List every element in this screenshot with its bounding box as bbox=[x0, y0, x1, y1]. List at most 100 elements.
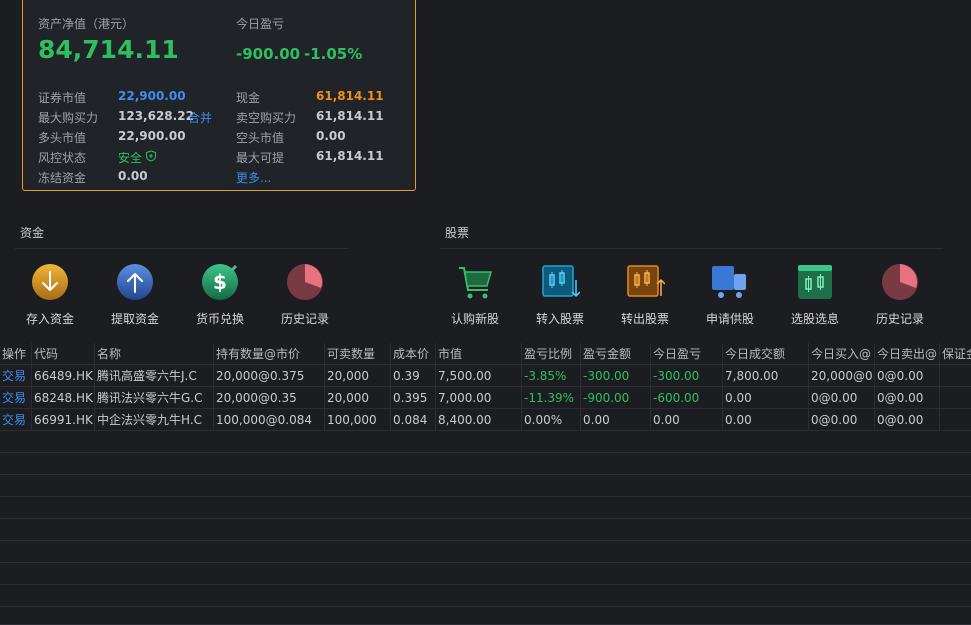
shield-icon bbox=[145, 150, 157, 165]
stocks-divider bbox=[440, 248, 943, 249]
merge-link[interactable]: 合并 bbox=[188, 109, 212, 126]
transfer-out-button[interactable]: 转出股票 bbox=[605, 262, 685, 327]
col-action-header[interactable]: 操作 bbox=[0, 343, 32, 365]
col-pnl-ratio-header[interactable]: 盈亏比例 bbox=[522, 343, 581, 365]
cell-today-turnover: 0.00 bbox=[723, 387, 809, 409]
net-asset-value: 84,714.11 bbox=[38, 35, 179, 64]
funds-history-label: 历史记录 bbox=[280, 312, 329, 326]
col-market-value-header[interactable]: 市值 bbox=[436, 343, 522, 365]
rights-issue-button[interactable]: 申请供股 bbox=[690, 262, 770, 327]
table-row-empty bbox=[0, 519, 971, 541]
cell-pnl-ratio: -3.85% bbox=[522, 365, 581, 387]
funds-section-title: 资金 bbox=[20, 226, 45, 240]
table-row-empty bbox=[0, 563, 971, 585]
cell-today-buy: 20,000@0. bbox=[809, 365, 875, 387]
cell-today-buy: 0@0.00 bbox=[809, 409, 875, 431]
stocks-section-title: 股票 bbox=[445, 226, 470, 240]
transfer-in-label: 转入股票 bbox=[535, 312, 584, 326]
cell-name: 腾讯高盛零六牛J.C bbox=[95, 365, 214, 387]
table-row: 交易 66489.HK 腾讯高盛零六牛J.C 20,000@0.375 20,0… bbox=[0, 365, 971, 387]
col-today-sell-header[interactable]: 今日卖出@ bbox=[875, 343, 940, 365]
cell-cost: 0.395 bbox=[391, 387, 436, 409]
stocks-history-button[interactable]: 历史记录 bbox=[860, 262, 940, 327]
dividend-select-icon bbox=[795, 262, 835, 302]
withdraw-button[interactable]: 提取资金 bbox=[95, 262, 175, 327]
cell-margin bbox=[940, 387, 971, 409]
table-row-empty bbox=[0, 453, 971, 475]
stocks-history-label: 历史记录 bbox=[875, 312, 924, 326]
col-name-header[interactable]: 名称 bbox=[95, 343, 214, 365]
cell-code: 66489.HK bbox=[32, 365, 95, 387]
col-today-turnover-header[interactable]: 今日成交额 bbox=[723, 343, 809, 365]
col-sellable-header[interactable]: 可卖数量 bbox=[325, 343, 391, 365]
cell-holding: 100,000@0.084 bbox=[214, 409, 325, 431]
cell-sellable: 20,000 bbox=[325, 365, 391, 387]
today-pnl-percent: -1.05% bbox=[304, 45, 363, 63]
table-row-empty bbox=[0, 585, 971, 607]
today-pnl-value: -900.00 bbox=[236, 45, 301, 63]
history-icon bbox=[285, 262, 325, 302]
cell-today-turnover: 7,800.00 bbox=[723, 365, 809, 387]
cell-today-turnover: 0.00 bbox=[723, 409, 809, 431]
transfer-in-button[interactable]: 转入股票 bbox=[520, 262, 600, 327]
table-row: 交易 66991.HK 中企法兴零九牛H.C 100,000@0.084 100… bbox=[0, 409, 971, 431]
max-buying-power-label: 最大购买力 bbox=[38, 111, 99, 125]
col-code-header[interactable]: 代码 bbox=[32, 343, 95, 365]
deposit-button[interactable]: 存入资金 bbox=[10, 262, 90, 327]
ipo-subscribe-label: 认购新股 bbox=[450, 312, 499, 326]
col-pnl-amount-header[interactable]: 盈亏金额 bbox=[581, 343, 651, 365]
table-row-empty bbox=[0, 431, 971, 453]
col-holding-header[interactable]: 持有数量@市价 bbox=[214, 343, 325, 365]
long-value-label: 多头市值 bbox=[38, 131, 87, 145]
trade-link[interactable]: 交易 bbox=[0, 365, 32, 387]
rights-issue-label: 申请供股 bbox=[705, 312, 754, 326]
short-value-label: 空头市值 bbox=[236, 131, 285, 145]
cell-market-value: 7,000.00 bbox=[436, 387, 522, 409]
funds-divider bbox=[15, 248, 348, 249]
history-icon bbox=[880, 262, 920, 302]
col-today-pnl-header[interactable]: 今日盈亏 bbox=[651, 343, 723, 365]
col-today-buy-header[interactable]: 今日买入@ bbox=[809, 343, 875, 365]
col-margin-header[interactable]: 保证金 bbox=[940, 343, 971, 365]
max-withdraw-value: 61,814.11 bbox=[316, 149, 384, 163]
today-pnl-label: 今日盈亏 bbox=[236, 17, 285, 31]
trade-link[interactable]: 交易 bbox=[0, 409, 32, 431]
frozen-funds-label: 冻结资金 bbox=[38, 171, 87, 185]
cell-name: 腾讯法兴零六牛G.C bbox=[95, 387, 214, 409]
currency-exchange-label: 货币兑换 bbox=[195, 312, 244, 326]
cell-pnl-ratio: -11.39% bbox=[522, 387, 581, 409]
funds-history-button[interactable]: 历史记录 bbox=[265, 262, 345, 327]
table-header: 操作 代码 名称 持有数量@市价 可卖数量 成本价 市值 盈亏比例 盈亏金额 今… bbox=[0, 343, 971, 365]
dividend-select-button[interactable]: 选股选息 bbox=[775, 262, 855, 327]
deposit-icon bbox=[30, 262, 70, 302]
max-buying-power-value: 123,628.22 bbox=[118, 109, 194, 123]
net-asset-label: 资产净值（港元） bbox=[38, 17, 135, 31]
frozen-funds-value: 0.00 bbox=[118, 169, 148, 183]
cell-market-value: 8,400.00 bbox=[436, 409, 522, 431]
table-row: 交易 68248.HK 腾讯法兴零六牛G.C 20,000@0.35 20,00… bbox=[0, 387, 971, 409]
cell-holding: 20,000@0.35 bbox=[214, 387, 325, 409]
table-row-empty bbox=[0, 497, 971, 519]
short-buying-power-value: 61,814.11 bbox=[316, 109, 384, 123]
cash-label: 现金 bbox=[236, 91, 261, 105]
cell-today-sell: 0@0.00 bbox=[875, 409, 940, 431]
cell-pnl-amount: -300.00 bbox=[581, 365, 651, 387]
cell-market-value: 7,500.00 bbox=[436, 365, 522, 387]
more-link[interactable]: 更多... bbox=[236, 169, 271, 186]
withdraw-icon bbox=[115, 262, 155, 302]
col-cost-header[interactable]: 成本价 bbox=[391, 343, 436, 365]
cart-icon bbox=[455, 262, 495, 302]
deposit-label: 存入资金 bbox=[25, 312, 74, 326]
cash-value: 61,814.11 bbox=[316, 89, 384, 103]
cell-pnl-amount: -900.00 bbox=[581, 387, 651, 409]
securities-value-label: 证券市值 bbox=[38, 91, 87, 105]
cell-cost: 0.39 bbox=[391, 365, 436, 387]
currency-exchange-button[interactable]: $ 货币兑换 bbox=[180, 262, 260, 327]
currency-exchange-icon: $ bbox=[200, 262, 240, 302]
cell-holding: 20,000@0.375 bbox=[214, 365, 325, 387]
table-row-empty bbox=[0, 541, 971, 563]
trade-link[interactable]: 交易 bbox=[0, 387, 32, 409]
ipo-subscribe-button[interactable]: 认购新股 bbox=[435, 262, 515, 327]
max-withdraw-label: 最大可提 bbox=[236, 151, 285, 165]
account-summary-card: 资产净值（港元） 84,714.11 今日盈亏 -900.00 -1.05% 证… bbox=[22, 0, 416, 191]
